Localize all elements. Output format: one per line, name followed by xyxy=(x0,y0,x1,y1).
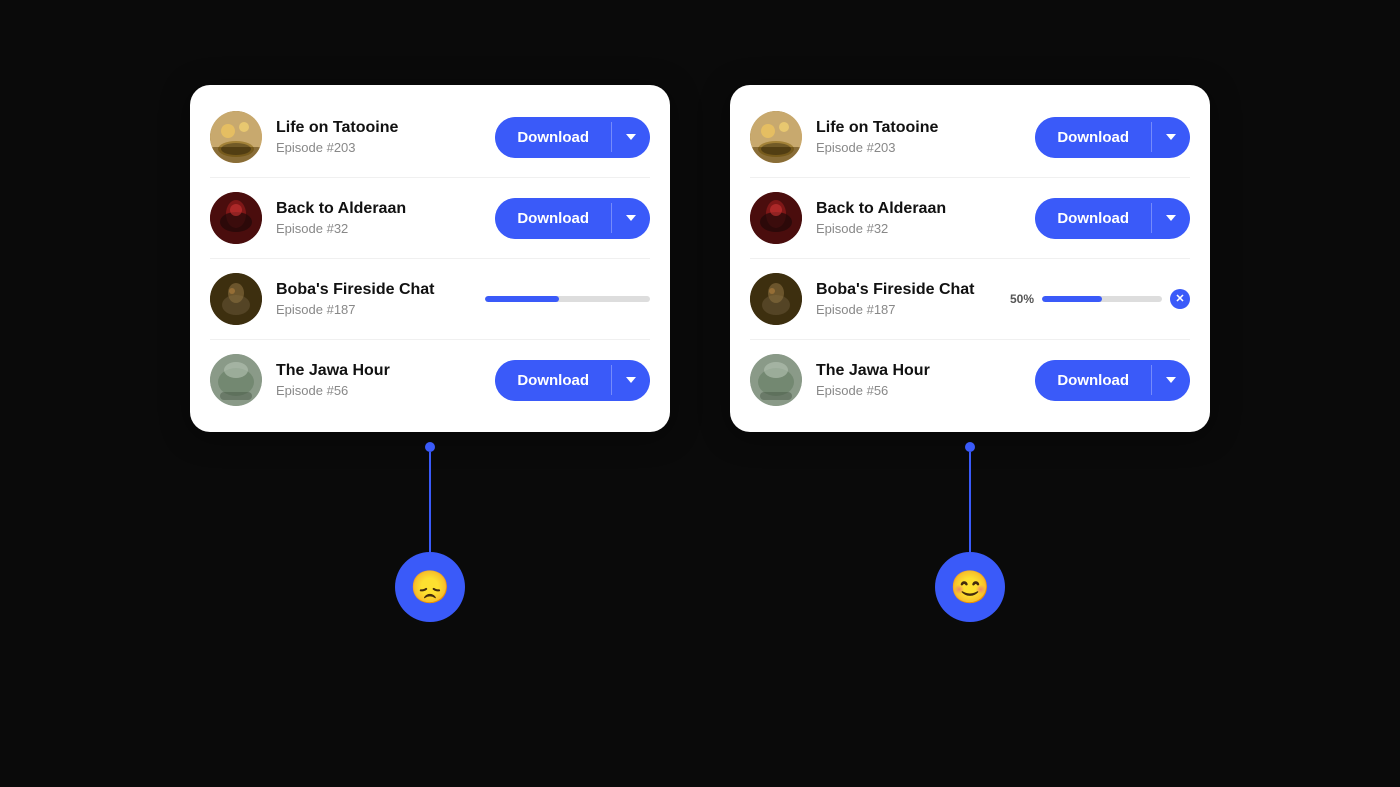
avatar xyxy=(210,273,262,325)
chevron-down-button[interactable] xyxy=(1151,365,1190,395)
table-row: Back to Alderaan Episode #32 Download xyxy=(750,178,1190,259)
main-container: Life on Tatooine Episode #203 Download xyxy=(190,85,1210,622)
left-panel-wrapper: Life on Tatooine Episode #203 Download xyxy=(190,85,670,622)
download-button-group[interactable]: Download xyxy=(495,117,650,158)
episode-number: Episode #32 xyxy=(816,221,1035,236)
progress-label: 50% xyxy=(1010,292,1034,306)
download-button-group[interactable]: Download xyxy=(495,360,650,401)
avatar xyxy=(750,273,802,325)
episode-number: Episode #203 xyxy=(816,140,1035,155)
avatar xyxy=(750,192,802,244)
table-row: Boba's Fireside Chat Episode #187 xyxy=(210,259,650,340)
episode-info: The Jawa Hour Episode #56 xyxy=(816,362,1035,398)
chevron-down-icon xyxy=(626,134,636,140)
connector-line xyxy=(969,452,971,552)
chevron-down-button[interactable] xyxy=(1151,122,1190,152)
progress-fill xyxy=(1042,296,1102,302)
episode-number: Episode #32 xyxy=(276,221,495,236)
download-button-group[interactable]: Download xyxy=(1035,117,1190,158)
chevron-down-icon xyxy=(1166,215,1176,221)
connector-line xyxy=(429,452,431,552)
cancel-download-button[interactable]: ✕ xyxy=(1170,289,1190,309)
download-button[interactable]: Download xyxy=(495,198,611,239)
episode-info: The Jawa Hour Episode #56 xyxy=(276,362,495,398)
happy-emoji-button[interactable]: 😊 xyxy=(935,552,1005,622)
episode-number: Episode #187 xyxy=(276,302,485,317)
progress-fill xyxy=(485,296,559,302)
episode-info: Boba's Fireside Chat Episode #187 xyxy=(816,281,1010,317)
chevron-down-icon xyxy=(626,215,636,221)
download-button[interactable]: Download xyxy=(1035,198,1151,239)
download-button-group[interactable]: Download xyxy=(1035,198,1190,239)
download-button-group[interactable]: Download xyxy=(1035,360,1190,401)
download-button[interactable]: Download xyxy=(495,360,611,401)
table-row: Boba's Fireside Chat Episode #187 50% ✕ xyxy=(750,259,1190,340)
episode-title: Boba's Fireside Chat xyxy=(816,281,1010,299)
download-button-group[interactable]: Download xyxy=(495,198,650,239)
episode-title: Life on Tatooine xyxy=(276,119,495,137)
episode-title: Boba's Fireside Chat xyxy=(276,281,485,299)
episode-number: Episode #56 xyxy=(276,383,495,398)
connector-dot xyxy=(425,442,435,452)
episode-info: Back to Alderaan Episode #32 xyxy=(276,200,495,236)
table-row: Life on Tatooine Episode #203 Download xyxy=(210,97,650,178)
episode-info: Back to Alderaan Episode #32 xyxy=(816,200,1035,236)
left-card: Life on Tatooine Episode #203 Download xyxy=(190,85,670,432)
chevron-down-icon xyxy=(626,377,636,383)
episode-info: Life on Tatooine Episode #203 xyxy=(276,119,495,155)
download-progress-bar xyxy=(485,296,650,302)
chevron-down-button[interactable] xyxy=(611,203,650,233)
download-progress-bar xyxy=(1042,296,1162,302)
table-row: The Jawa Hour Episode #56 Download xyxy=(750,340,1190,420)
avatar xyxy=(750,354,802,406)
episode-title: The Jawa Hour xyxy=(816,362,1035,380)
download-progress-group: 50% ✕ xyxy=(1010,289,1190,309)
chevron-down-button[interactable] xyxy=(611,122,650,152)
episode-info: Boba's Fireside Chat Episode #187 xyxy=(276,281,485,317)
chevron-down-icon xyxy=(1166,134,1176,140)
episode-info: Life on Tatooine Episode #203 xyxy=(816,119,1035,155)
right-card: Life on Tatooine Episode #203 Download xyxy=(730,85,1210,432)
episode-number: Episode #203 xyxy=(276,140,495,155)
left-connector: 😞 xyxy=(395,442,465,622)
download-button[interactable]: Download xyxy=(1035,117,1151,158)
episode-title: Life on Tatooine xyxy=(816,119,1035,137)
avatar xyxy=(210,111,262,163)
table-row: The Jawa Hour Episode #56 Download xyxy=(210,340,650,420)
avatar xyxy=(210,354,262,406)
episode-number: Episode #187 xyxy=(816,302,1010,317)
right-panel-wrapper: Life on Tatooine Episode #203 Download xyxy=(730,85,1210,622)
episode-title: Back to Alderaan xyxy=(816,200,1035,218)
connector-dot xyxy=(965,442,975,452)
table-row: Life on Tatooine Episode #203 Download xyxy=(750,97,1190,178)
chevron-down-icon xyxy=(1166,377,1176,383)
avatar xyxy=(750,111,802,163)
avatar xyxy=(210,192,262,244)
table-row: Back to Alderaan Episode #32 Download xyxy=(210,178,650,259)
episode-title: Back to Alderaan xyxy=(276,200,495,218)
sad-emoji-button[interactable]: 😞 xyxy=(395,552,465,622)
episode-title: The Jawa Hour xyxy=(276,362,495,380)
episode-number: Episode #56 xyxy=(816,383,1035,398)
chevron-down-button[interactable] xyxy=(611,365,650,395)
right-connector: 😊 xyxy=(935,442,1005,622)
download-button[interactable]: Download xyxy=(1035,360,1151,401)
close-icon: ✕ xyxy=(1175,294,1184,305)
download-button[interactable]: Download xyxy=(495,117,611,158)
chevron-down-button[interactable] xyxy=(1151,203,1190,233)
